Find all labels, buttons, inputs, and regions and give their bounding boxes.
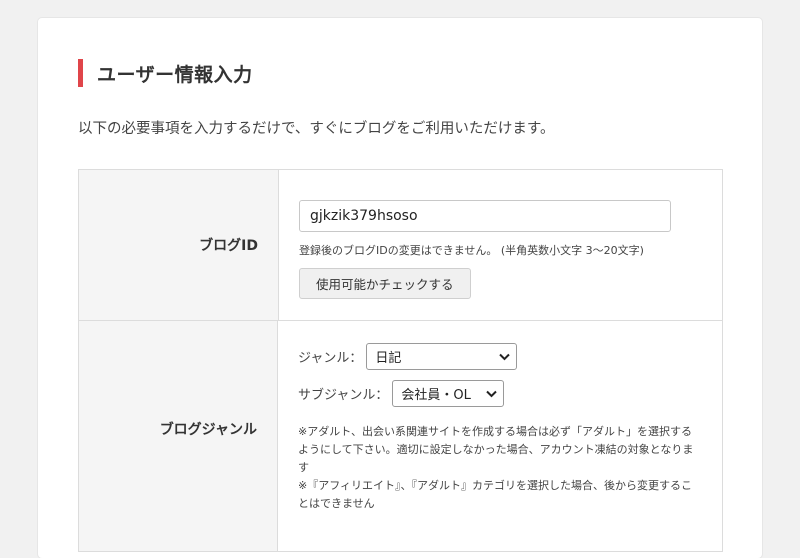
blog-genre-row: ブログジャンル ジャンル： 日記 サブジャンル： 会社員・OL ※アダルト、出会… [79,321,722,552]
subgenre-select[interactable]: 会社員・OL [392,380,505,407]
genre-select-label: ジャンル： [298,351,363,366]
genre-select-value: 日記 [375,351,402,366]
check-availability-button[interactable]: 使用可能かチェックする [299,268,471,299]
genre-warning-adult: ※アダルト、出会い系関連サイトを作成する場合は必ず「アダルト」を選択するようにし… [298,425,694,474]
blog-id-label: ブログID [79,170,279,320]
registration-card: ユーザー情報入力 以下の必要事項を入力するだけで、すぐにブログをご利用いただけま… [38,18,762,558]
blog-genre-label: ブログジャンル [79,321,278,551]
blog-id-note: 登録後のブログIDの変更はできません。 (半角英数小文字 3〜20文字) [299,244,644,257]
blog-id-content: 登録後のブログIDの変更はできません。 (半角英数小文字 3〜20文字) 使用可… [279,170,722,320]
form-table: ブログID 登録後のブログIDの変更はできません。 (半角英数小文字 3〜20文… [78,169,723,552]
blog-id-input[interactable] [299,200,671,232]
intro-text: 以下の必要事項を入力するだけで、すぐにブログをご利用いただけます。 [78,121,555,137]
genre-warning: ※アダルト、出会い系関連サイトを作成する場合は必ず「アダルト」を選択するようにし… [298,423,702,513]
chevron-down-icon [499,353,511,360]
page-title: ユーザー情報入力 [97,63,253,86]
genre-select[interactable]: 日記 [366,343,518,370]
blog-genre-content: ジャンル： 日記 サブジャンル： 会社員・OL ※アダルト、出会い系関連サイトを… [278,321,722,551]
title-accent-bar [78,59,83,87]
subgenre-select-label: サブジャンル： [298,388,389,403]
chevron-down-icon [486,390,498,397]
blog-id-row: ブログID 登録後のブログIDの変更はできません。 (半角英数小文字 3〜20文… [79,170,722,321]
subgenre-select-value: 会社員・OL [401,388,471,403]
section-header: ユーザー情報入力 [78,58,253,88]
genre-select-line: ジャンル： 日記 [298,343,702,370]
genre-warning-category: ※『アフィリエイト』、『アダルト』カテゴリを選択した場合、後から変更することはで… [298,479,692,510]
subgenre-select-line: サブジャンル： 会社員・OL [298,380,702,407]
